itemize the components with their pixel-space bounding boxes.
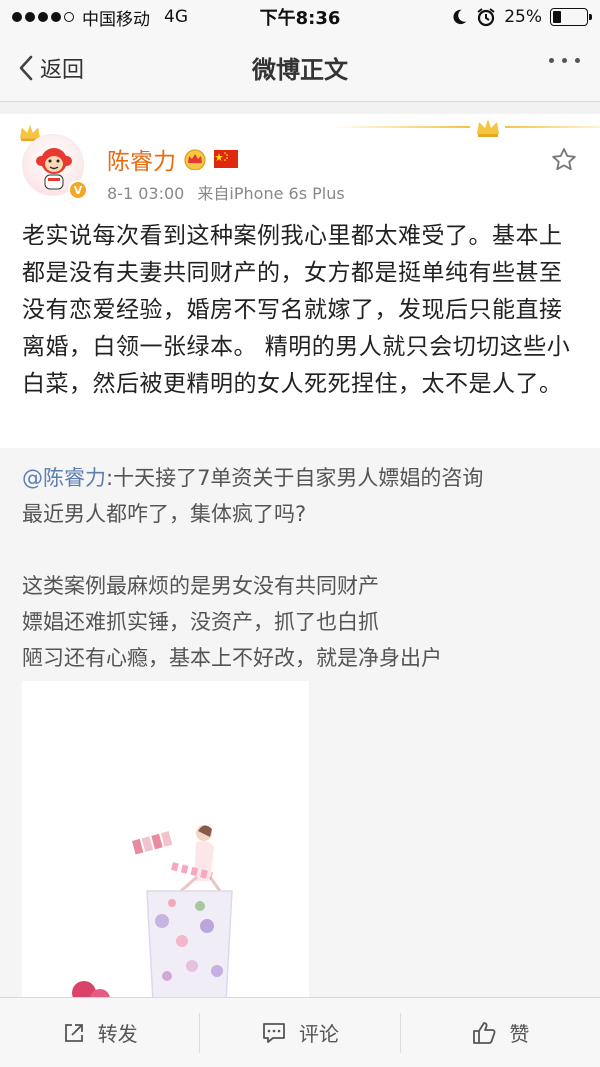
network-type: 4G (164, 7, 188, 27)
star-icon (552, 148, 576, 171)
post-body: 老实说每次看到这种案例我心里都太难受了。基本上都是没有夫妻共同财产的，女方都是挺… (22, 223, 571, 397)
mention-link[interactable]: @陈睿力 (22, 466, 106, 490)
comment-icon (263, 1022, 285, 1043)
repost-label: 转发 (97, 1022, 138, 1046)
vip-crown-icon (184, 149, 206, 170)
repost-line: 最近男人都咋了，集体疯了吗? (22, 502, 307, 526)
verified-badge-icon: V (68, 180, 88, 200)
chevron-left-icon (19, 55, 33, 80)
repost-image[interactable] (22, 681, 309, 1011)
comment-label: 评论 (298, 1022, 339, 1046)
nav-bar: 返回 微博正文 (0, 34, 600, 102)
share-icon (64, 1023, 83, 1042)
avatar[interactable]: V (22, 134, 88, 200)
moon-icon (453, 9, 467, 25)
illustration-image (22, 681, 309, 1011)
decorative-line (330, 126, 470, 128)
favorite-button[interactable] (550, 146, 578, 178)
thumbs-up-icon (473, 1021, 496, 1044)
post-timestamp: 8-1 03:00 (107, 184, 185, 203)
alarm-icon (477, 8, 495, 27)
battery-icon (550, 8, 592, 26)
repost-button[interactable]: 转发 (0, 1013, 199, 1053)
username[interactable]: 陈睿力 (107, 142, 176, 176)
more-options-button[interactable] (549, 58, 580, 63)
more-dot-icon (562, 58, 567, 63)
repost-body: @陈睿力:十天接了7单资关于自家男人嫖娼的咨询 最近男人都咋了，集体疯了吗? 这… (22, 460, 582, 676)
china-flag-icon (214, 150, 238, 168)
weibo-post: V 陈睿力 8-1 03:00 来自iPhone 6s Plus 老实说每次看到… (0, 114, 600, 448)
repost-line: 嫖娼还难抓实锤，没资产，抓了也白抓 (22, 610, 379, 634)
more-dot-icon (549, 58, 554, 63)
repost-line: 陋习还有心瘾，基本上不好改，就是净身出户 (22, 646, 442, 670)
decorative-line (505, 126, 600, 128)
back-label: 返回 (40, 57, 85, 83)
page-title: 微博正文 (252, 56, 348, 84)
crown-decoration-icon (477, 119, 499, 137)
reposted-content[interactable]: @陈睿力:十天接了7单资关于自家男人嫖娼的咨询 最近男人都咋了，集体疯了吗? 这… (0, 448, 600, 1011)
post-source: 来自iPhone 6s Plus (197, 184, 345, 203)
repost-line: :十天接了7单资关于自家男人嫖娼的咨询 (106, 466, 484, 490)
battery-percent: 25% (504, 7, 542, 27)
bottom-toolbar: 转发 评论 赞 (0, 997, 600, 1067)
back-button[interactable]: 返回 (18, 52, 84, 84)
repost-line: 这类案例最麻烦的是男女没有共同财产 (22, 574, 379, 598)
comment-button[interactable]: 评论 (199, 1012, 399, 1053)
carrier-name: 中国移动 (82, 9, 150, 30)
like-label: 赞 (509, 1022, 530, 1046)
status-right: 25% (450, 7, 592, 27)
status-left: 中国移动 4G (12, 5, 188, 30)
more-dot-icon (575, 58, 580, 63)
like-button[interactable]: 赞 (399, 1012, 600, 1053)
battery-fill (553, 11, 561, 23)
username-row: 陈睿力 (107, 142, 238, 176)
status-bar: 中国移动 4G 下午8:36 25% (0, 0, 600, 34)
post-meta: 8-1 03:00 来自iPhone 6s Plus (107, 180, 345, 204)
signal-strength-icon (12, 12, 74, 22)
